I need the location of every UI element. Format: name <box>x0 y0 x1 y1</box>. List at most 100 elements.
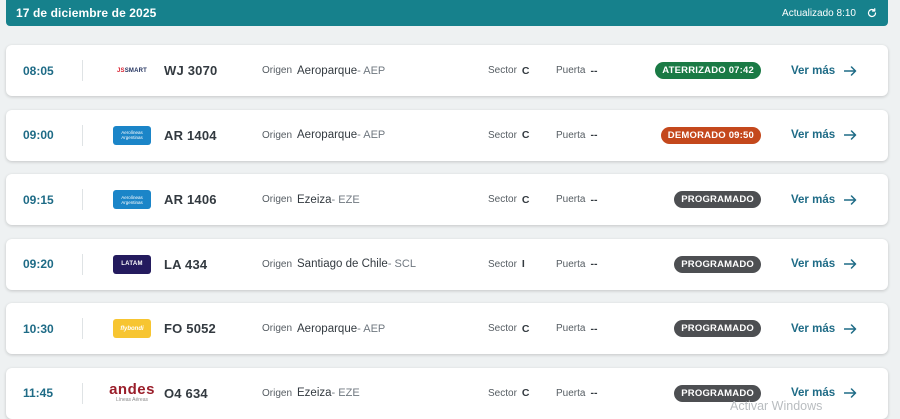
date-header-bar: 17 de diciembre de 2025 Actualizado 8:10 <box>6 0 888 26</box>
status-cell: DEMORADO 09:50 <box>626 110 761 161</box>
row-divider <box>82 189 83 210</box>
gate-label: Puerta <box>556 65 586 76</box>
flight-time: 08:05 <box>23 63 54 78</box>
flight-row[interactable]: 08:05 JS SMART WJ 3070 Origen Aeroparque … <box>6 45 888 96</box>
gate-value: -- <box>590 64 598 77</box>
origin-label: Origen <box>262 323 293 334</box>
airline-logo-cell: LATAM <box>110 239 154 290</box>
status-badge: PROGRAMADO <box>674 191 761 208</box>
origin-label: Origen <box>262 387 293 399</box>
arrow-right-icon <box>844 388 857 398</box>
airline-logo-cell: Aerolíneas Argentinas <box>110 110 154 161</box>
status-cell: ATERRIZADO 07:42 <box>626 45 761 96</box>
arrow-right-icon <box>844 65 857 76</box>
ver-mas-label: Ver más <box>791 129 836 141</box>
flight-time: 11:45 <box>23 386 54 400</box>
status-badge: PROGRAMADO <box>674 255 761 273</box>
ver-mas-link[interactable]: Ver más <box>791 303 857 354</box>
origin-code: - AEP <box>357 64 386 77</box>
flight-origin: Origen Aeroparque - AEP <box>262 45 385 96</box>
flight-row[interactable]: 09:00 Aerolíneas Argentinas AR 1404 Orig… <box>6 109 888 161</box>
origin-city: Aeroparque <box>297 322 358 335</box>
airline-logo-cell: andes Líneas Aéreas <box>109 368 155 419</box>
flight-gate: Puerta -- <box>556 303 597 354</box>
sector-label: Sector <box>488 258 517 270</box>
ver-mas-label: Ver más <box>791 322 836 335</box>
status-cell: PROGRAMADO <box>626 303 761 354</box>
status-cell: PROGRAMADO <box>626 239 761 290</box>
gate-label: Puerta <box>556 323 586 334</box>
origin-label: Origen <box>262 194 293 205</box>
row-divider <box>82 253 83 275</box>
airline-logo-jetsmart: JS SMART <box>116 67 148 74</box>
flight-origin: Origen Aeroparque - AEP <box>262 110 385 161</box>
sector-value: I <box>521 258 525 270</box>
origin-code: - EZE <box>331 387 360 399</box>
airline-logo-cell: Aerolíneas Argentinas <box>110 174 154 225</box>
flight-sector: Sector I <box>488 239 525 290</box>
gate-label: Puerta <box>556 194 586 205</box>
gate-value: -- <box>590 387 598 399</box>
sector-label: Sector <box>488 129 517 141</box>
sector-value: C <box>521 64 530 77</box>
flight-time: 10:30 <box>23 321 54 336</box>
origin-city: Santiago de Chile <box>297 258 388 270</box>
arrow-right-icon <box>844 194 857 205</box>
airline-logo-latam: LATAM <box>113 254 151 274</box>
windows-activation-watermark: Activar Windows <box>730 399 823 413</box>
refresh-icon[interactable] <box>866 7 878 19</box>
row-divider <box>82 382 83 404</box>
flight-origin: Origen Ezeiza - EZE <box>262 174 360 225</box>
flight-row[interactable]: 10:30 flybondi FO 5052 Origen Aeroparque… <box>6 303 888 354</box>
arrow-right-icon <box>844 323 857 334</box>
ver-mas-label: Ver más <box>791 387 836 399</box>
sector-value: C <box>521 193 530 206</box>
ver-mas-label: Ver más <box>791 258 836 270</box>
status-badge: PROGRAMADO <box>674 320 761 337</box>
ver-mas-label: Ver más <box>791 64 836 77</box>
flight-number: LA 434 <box>164 256 208 272</box>
ver-mas-link[interactable]: Ver más <box>791 239 857 290</box>
flight-number: FO 5052 <box>164 321 216 336</box>
arrow-right-icon <box>844 259 857 269</box>
ver-mas-link[interactable]: Ver más <box>791 110 857 161</box>
gate-value: -- <box>590 193 598 206</box>
sector-value: C <box>521 129 530 141</box>
ver-mas-link[interactable]: Ver más <box>791 45 857 96</box>
airline-logo-flybondi: flybondi <box>113 319 151 338</box>
flight-row[interactable]: 09:20 LATAM LA 434 Origen Santiago de Ch… <box>6 238 888 290</box>
gate-label: Puerta <box>556 258 586 270</box>
sector-label: Sector <box>488 387 517 399</box>
origin-city: Ezeiza <box>297 387 332 399</box>
flight-gate: Puerta -- <box>556 368 597 419</box>
flight-sector: Sector C <box>488 368 530 419</box>
flight-row[interactable]: 09:15 Aerolíneas Argentinas AR 1406 Orig… <box>6 174 888 225</box>
ver-mas-label: Ver más <box>791 193 836 206</box>
flight-sector: Sector C <box>488 303 530 354</box>
flight-origin: Origen Aeroparque - AEP <box>262 303 385 354</box>
row-divider <box>82 124 83 146</box>
flight-gate: Puerta -- <box>556 174 597 225</box>
header-date: 17 de diciembre de 2025 <box>16 6 157 20</box>
sector-value: C <box>521 387 530 399</box>
sector-value: C <box>521 322 530 335</box>
flight-gate: Puerta -- <box>556 45 597 96</box>
sector-label: Sector <box>488 194 517 205</box>
flight-time: 09:00 <box>23 128 54 142</box>
origin-label: Origen <box>262 65 293 76</box>
flight-origin: Origen Santiago de Chile - SCL <box>262 239 416 290</box>
ver-mas-link[interactable]: Ver más <box>791 174 857 225</box>
row-divider <box>82 318 83 339</box>
flight-origin: Origen Ezeiza - EZE <box>262 368 360 419</box>
airline-logo-andes: andes Líneas Aéreas <box>109 381 155 403</box>
origin-label: Origen <box>262 129 293 141</box>
origin-city: Ezeiza <box>297 193 332 206</box>
origin-code: - SCL <box>387 258 416 270</box>
flight-gate: Puerta -- <box>556 239 597 290</box>
flight-gate: Puerta -- <box>556 110 597 161</box>
airline-logo-cell: JS SMART <box>110 45 154 96</box>
status-badge: DEMORADO 09:50 <box>660 126 761 144</box>
status-cell: PROGRAMADO <box>626 174 761 225</box>
flight-sector: Sector C <box>488 110 530 161</box>
flight-number: AR 1406 <box>164 192 217 207</box>
